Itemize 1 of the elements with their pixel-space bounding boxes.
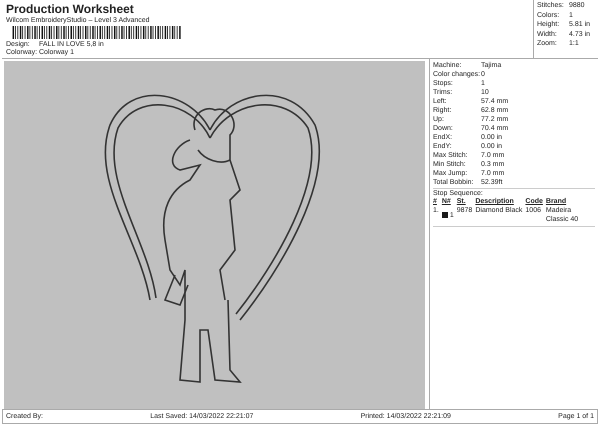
worksheet-title: Production Worksheet [6,2,135,16]
